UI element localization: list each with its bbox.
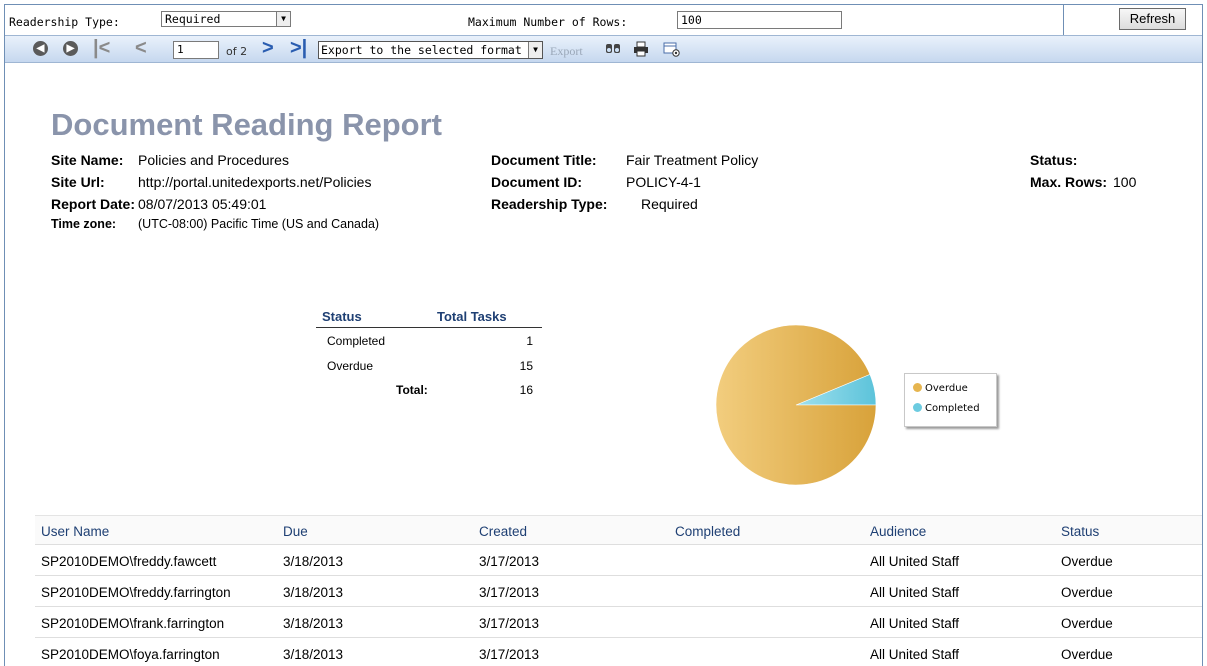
cell-due: 3/18/2013 — [283, 616, 344, 631]
back-icon[interactable]: ◀ — [33, 41, 48, 56]
status-pie-chart — [715, 324, 877, 486]
cell-user-name: SP2010DEMO\freddy.farrington — [41, 585, 231, 600]
readership-type-label: Readership Type: — [9, 15, 120, 29]
cell-user-name: SP2010DEMO\foya.farrington — [41, 647, 220, 662]
export-format-value: Export to the selected format — [321, 43, 522, 57]
cell-audience: All United Staff — [870, 585, 960, 600]
summary-total-label: Total: — [396, 383, 428, 397]
next-page-icon[interactable]: > — [262, 38, 274, 58]
column-header-status: Status — [1061, 524, 1100, 539]
summary-count-cell: 1 — [526, 334, 533, 348]
pie-slice-overdue — [715, 324, 877, 486]
report-date-value: 08/07/2013 05:49:01 — [138, 196, 267, 212]
summary-status-cell: Completed — [327, 334, 386, 348]
page-number-input[interactable]: 1 — [173, 41, 219, 59]
chevron-down-icon[interactable]: ▼ — [276, 12, 290, 26]
doc-title-label: Document Title: — [491, 152, 597, 168]
table-row: SP2010DEMO\freddy.farrington 3/18/2013 3… — [35, 577, 1202, 607]
column-header-created: Created — [479, 524, 528, 539]
readership-type-value-report: Required — [641, 196, 698, 212]
cell-status: Overdue — [1061, 647, 1113, 662]
summary-status-header: Status — [322, 309, 362, 324]
legend-swatch — [913, 403, 922, 412]
site-name-value: Policies and Procedures — [138, 152, 289, 168]
max-rows-report-value: 100 — [1113, 174, 1137, 190]
parameters-bar: Readership Type: Required ▼ Maximum Numb… — [5, 5, 1202, 35]
cell-status: Overdue — [1061, 616, 1113, 631]
site-url-label: Site Url: — [51, 174, 105, 190]
print-icon[interactable] — [633, 41, 649, 57]
cell-audience: All United Staff — [870, 616, 960, 631]
page-count-label: of 2 — [226, 45, 248, 58]
find-icon[interactable] — [605, 41, 621, 57]
cell-due: 3/18/2013 — [283, 585, 344, 600]
summary-status-cell: Overdue — [327, 359, 374, 373]
summary-header-underline — [316, 327, 542, 328]
cell-created: 3/17/2013 — [479, 616, 540, 631]
site-url-value: http://portal.unitedexports.net/Policies — [138, 174, 372, 190]
table-row: SP2010DEMO\frank.farrington 3/18/2013 3/… — [35, 608, 1202, 638]
legend-item-completed: Completed — [913, 403, 980, 414]
last-page-icon[interactable]: >| — [290, 38, 307, 58]
table-row: SP2010DEMO\freddy.fawcett 3/18/2013 3/17… — [35, 546, 1202, 576]
summary-count-cell: 15 — [519, 359, 533, 373]
cell-due: 3/18/2013 — [283, 647, 344, 662]
summary-total-value: 16 — [519, 383, 533, 397]
table-row: SP2010DEMO\foya.farrington 3/18/2013 3/1… — [35, 639, 1202, 666]
cell-status: Overdue — [1061, 554, 1113, 569]
report-date-label: Report Date: — [51, 196, 136, 212]
divider — [1063, 5, 1064, 35]
legend-label: Completed — [925, 403, 980, 414]
legend-label: Overdue — [925, 383, 968, 394]
cell-created: 3/17/2013 — [479, 585, 540, 600]
cell-created: 3/17/2013 — [479, 647, 540, 662]
report-title: Document Reading Report — [51, 107, 442, 142]
column-header-due: Due — [283, 524, 308, 539]
cell-user-name: SP2010DEMO\frank.farrington — [41, 616, 225, 631]
max-rows-input[interactable]: 100 — [677, 11, 842, 29]
email-icon[interactable] — [663, 41, 680, 57]
time-zone-value: (UTC-08:00) Pacific Time (US and Canada) — [138, 217, 380, 231]
legend-item-overdue: Overdue — [913, 383, 968, 394]
forward-icon[interactable]: ▶ — [63, 41, 78, 56]
cell-audience: All United Staff — [870, 647, 960, 662]
refresh-button[interactable]: Refresh — [1119, 8, 1186, 30]
export-link[interactable]: Export — [550, 44, 583, 59]
status-label: Status: — [1030, 152, 1078, 168]
doc-id-value: POLICY-4-1 — [626, 174, 701, 190]
table-header-row: User Name Due Created Completed Audience… — [35, 515, 1202, 545]
legend-swatch — [913, 383, 922, 392]
time-zone-label: Time zone: — [51, 217, 117, 231]
readership-type-value: Required — [165, 12, 221, 26]
previous-page-icon[interactable]: < — [135, 38, 147, 58]
column-header-completed: Completed — [675, 524, 741, 539]
cell-audience: All United Staff — [870, 554, 960, 569]
summary-total-header: Total Tasks — [437, 309, 507, 324]
doc-id-label: Document ID: — [491, 174, 582, 190]
column-header-audience: Audience — [870, 524, 927, 539]
max-rows-report-label: Max. Rows: — [1030, 174, 1108, 190]
cell-status: Overdue — [1061, 585, 1113, 600]
chart-legend: Overdue Completed — [904, 373, 997, 427]
site-name-label: Site Name: — [51, 152, 124, 168]
column-header-user-name: User Name — [41, 524, 110, 539]
export-format-select[interactable]: Export to the selected format ▼ — [318, 41, 543, 59]
readership-type-select[interactable]: Required ▼ — [161, 11, 291, 27]
report-viewer: Readership Type: Required ▼ Maximum Numb… — [4, 4, 1203, 666]
max-rows-label: Maximum Number of Rows: — [468, 15, 628, 29]
doc-title-value: Fair Treatment Policy — [626, 152, 759, 168]
cell-user-name: SP2010DEMO\freddy.fawcett — [41, 554, 217, 569]
cell-due: 3/18/2013 — [283, 554, 344, 569]
cell-created: 3/17/2013 — [479, 554, 540, 569]
readership-type-label-report: Readership Type: — [491, 196, 608, 212]
first-page-icon[interactable]: |< — [93, 38, 110, 58]
chevron-down-icon[interactable]: ▼ — [528, 42, 542, 58]
report-toolbar: ◀ ▶ |< < 1 of 2 > >| Export to the selec… — [5, 35, 1202, 63]
